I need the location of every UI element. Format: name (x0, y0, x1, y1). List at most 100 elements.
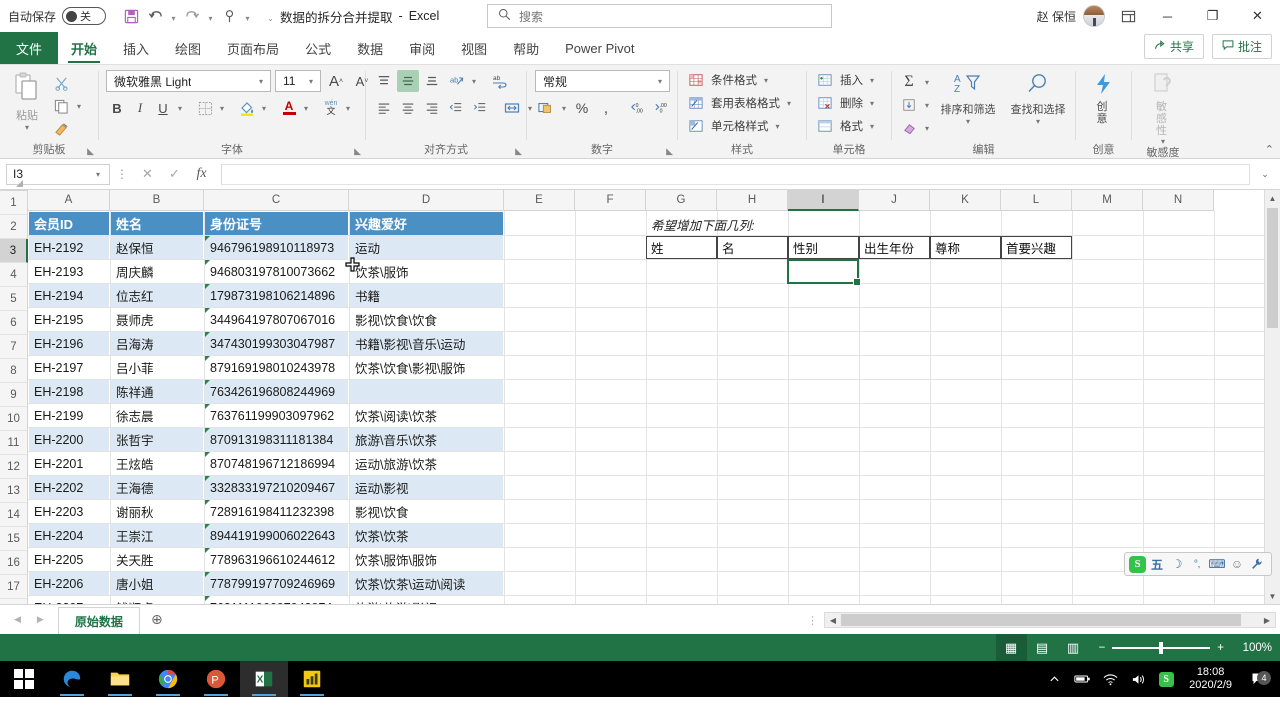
table-header-cell[interactable]: 姓名 (111, 212, 204, 235)
taskbar-app-excel[interactable]: X (240, 661, 288, 697)
comma-style-icon[interactable]: , (595, 97, 617, 119)
ime-user-icon[interactable]: ☺ (1228, 555, 1246, 573)
scroll-up-icon[interactable]: ▲ (1265, 190, 1280, 206)
notification-center-icon[interactable]: 4 (1246, 671, 1272, 687)
number-format-dropdown-icon[interactable]: ▾ (655, 77, 665, 86)
table-cell[interactable]: 影视\饮食\饮食 (350, 308, 504, 331)
cut-icon[interactable] (50, 72, 72, 94)
clear-icon[interactable] (898, 117, 920, 139)
table-cell[interactable]: 778799197709246969 (205, 572, 349, 595)
column-header-H[interactable]: H (717, 190, 788, 211)
tab-view[interactable]: 视图 (448, 32, 500, 64)
table-header-cell[interactable]: 会员ID (29, 212, 110, 235)
horizontal-scroll-thumb[interactable] (841, 614, 1241, 626)
find-select-dropdown-icon[interactable]: ▾ (1033, 117, 1043, 126)
increase-decimal-icon[interactable]: 0.00 (626, 97, 648, 119)
clipboard-dialog-launcher[interactable]: ◣ (87, 144, 94, 159)
orientation-icon[interactable]: ab (445, 70, 467, 92)
table-cell[interactable]: 运动\影视 (350, 476, 504, 499)
alignment-dialog-launcher[interactable]: ◣ (515, 144, 522, 159)
table-cell[interactable]: 饮茶\服饰 (350, 260, 504, 283)
ime-mode-icon[interactable]: 五 (1148, 555, 1166, 573)
expand-formula-bar-icon[interactable]: ⌄ (1256, 169, 1274, 180)
add-sheet-icon[interactable]: ⊕ (140, 611, 174, 628)
table-cell[interactable]: 946803197810073662 (205, 260, 349, 283)
annotation-column-cell[interactable]: 出生年份 (859, 236, 930, 259)
sogou-ime-tray-icon[interactable]: S (1157, 671, 1175, 687)
format-as-table-dropdown-icon[interactable]: ▾ (784, 99, 794, 108)
zoom-slider-knob[interactable] (1159, 641, 1164, 654)
align-right-icon[interactable] (421, 97, 443, 119)
column-header-I[interactable]: I (788, 190, 859, 211)
active-cell-selection[interactable] (787, 259, 861, 286)
row-header-16[interactable]: 16 (0, 551, 28, 575)
table-cell[interactable]: 周庆麟 (111, 260, 204, 283)
font-size-dropdown-icon[interactable]: ▾ (306, 77, 316, 86)
scroll-right-icon[interactable]: ▶ (1259, 613, 1275, 627)
table-cell[interactable]: 旅游\旅游\影视 (350, 596, 504, 604)
split-handle[interactable]: ⋮ (807, 614, 818, 627)
grid-canvas[interactable]: 会员ID 姓名 身份证号 兴趣爱好 EH-2192 赵保恒 9467961989101189… (28, 211, 1280, 604)
font-dialog-launcher[interactable]: ◣ (354, 144, 361, 159)
sort-filter-button[interactable]: AZ 排序和筛选 ▾ (934, 70, 1002, 126)
customize-qat-icon[interactable]: ⌄ (265, 5, 276, 27)
zoom-in-icon[interactable]: + (1217, 642, 1224, 654)
delete-cells-button[interactable]: 删除 ▾ (814, 93, 879, 113)
format-cells-button[interactable]: 格式 ▾ (814, 116, 879, 136)
select-all-corner[interactable] (0, 180, 28, 191)
table-cell[interactable]: 书籍\影视\音乐\运动 (350, 332, 504, 355)
table-cell[interactable]: 763761199903097962 (205, 404, 349, 427)
sort-filter-dropdown-icon[interactable]: ▾ (963, 117, 973, 126)
scroll-left-icon[interactable]: ◀ (825, 613, 841, 627)
row-header-17[interactable]: 17 (0, 575, 28, 599)
vertical-scrollbar[interactable]: ▲ ▼ (1264, 190, 1280, 604)
row-header-12[interactable]: 12 (0, 455, 28, 479)
annotation-column-cell[interactable]: 性别 (788, 236, 859, 259)
bold-icon[interactable]: B (106, 97, 128, 119)
insert-cells-button[interactable]: 插入 ▾ (814, 70, 879, 90)
font-color-icon[interactable]: A (278, 97, 300, 119)
row-header-5[interactable]: 5 (0, 287, 28, 311)
ime-keyboard-icon[interactable]: ⌨ (1208, 555, 1226, 573)
number-format-combo[interactable]: 常规 ▾ (535, 70, 670, 92)
table-cell[interactable]: EH-2199 (29, 404, 110, 427)
zoom-out-icon[interactable]: − (1099, 642, 1106, 654)
tab-home[interactable]: 开始 (58, 32, 110, 64)
table-cell[interactable]: EH-2202 (29, 476, 110, 499)
table-cell[interactable]: 影视\饮食 (350, 500, 504, 523)
table-cell[interactable]: EH-2192 (29, 236, 110, 259)
enter-icon[interactable]: ✓ (161, 163, 188, 185)
conditional-formatting-button[interactable]: 条件格式 ▾ (685, 70, 773, 90)
annotation-column-cell[interactable]: 名 (717, 236, 788, 259)
table-cell[interactable]: EH-2197 (29, 356, 110, 379)
column-header-B[interactable]: B (110, 190, 204, 211)
cell-styles-button[interactable]: 单元格样式 ▾ (685, 116, 785, 136)
font-name-combo[interactable]: 微软雅黑 Light ▾ (106, 70, 271, 92)
align-bottom-icon[interactable] (421, 70, 443, 92)
table-cell[interactable]: EH-2201 (29, 452, 110, 475)
table-cell[interactable]: 赵保恒 (111, 236, 204, 259)
orientation-dropdown-icon[interactable]: ▾ (469, 77, 479, 86)
tab-insert[interactable]: 插入 (110, 32, 162, 64)
row-header-14[interactable]: 14 (0, 503, 28, 527)
align-top-icon[interactable] (373, 70, 395, 92)
view-normal-icon[interactable]: ▦ (995, 634, 1027, 661)
autosum-icon[interactable]: Σ (898, 71, 920, 93)
share-button[interactable]: 共享 (1143, 34, 1204, 59)
restore-button[interactable]: ❐ (1190, 0, 1235, 32)
sensitivity-button[interactable]: 敏感性 ▾ (1139, 70, 1187, 146)
table-cell[interactable]: 陈祥通 (111, 380, 204, 403)
tab-data[interactable]: 数据 (344, 32, 396, 64)
table-cell[interactable]: EH-2196 (29, 332, 110, 355)
find-select-button[interactable]: 查找和选择 ▾ (1004, 70, 1072, 126)
table-cell[interactable]: 763426196808244969 (205, 380, 349, 403)
format-cells-dropdown-icon[interactable]: ▾ (867, 122, 877, 131)
fill-color-icon[interactable] (236, 97, 258, 119)
table-cell[interactable]: EH-2195 (29, 308, 110, 331)
avatar[interactable] (1083, 5, 1105, 27)
table-cell[interactable]: 332833197210209467 (205, 476, 349, 499)
cell-styles-dropdown-icon[interactable]: ▾ (773, 122, 783, 131)
table-cell[interactable]: 唐小姐 (111, 572, 204, 595)
table-cell[interactable]: EH-2204 (29, 524, 110, 547)
table-cell[interactable]: 吕小菲 (111, 356, 204, 379)
